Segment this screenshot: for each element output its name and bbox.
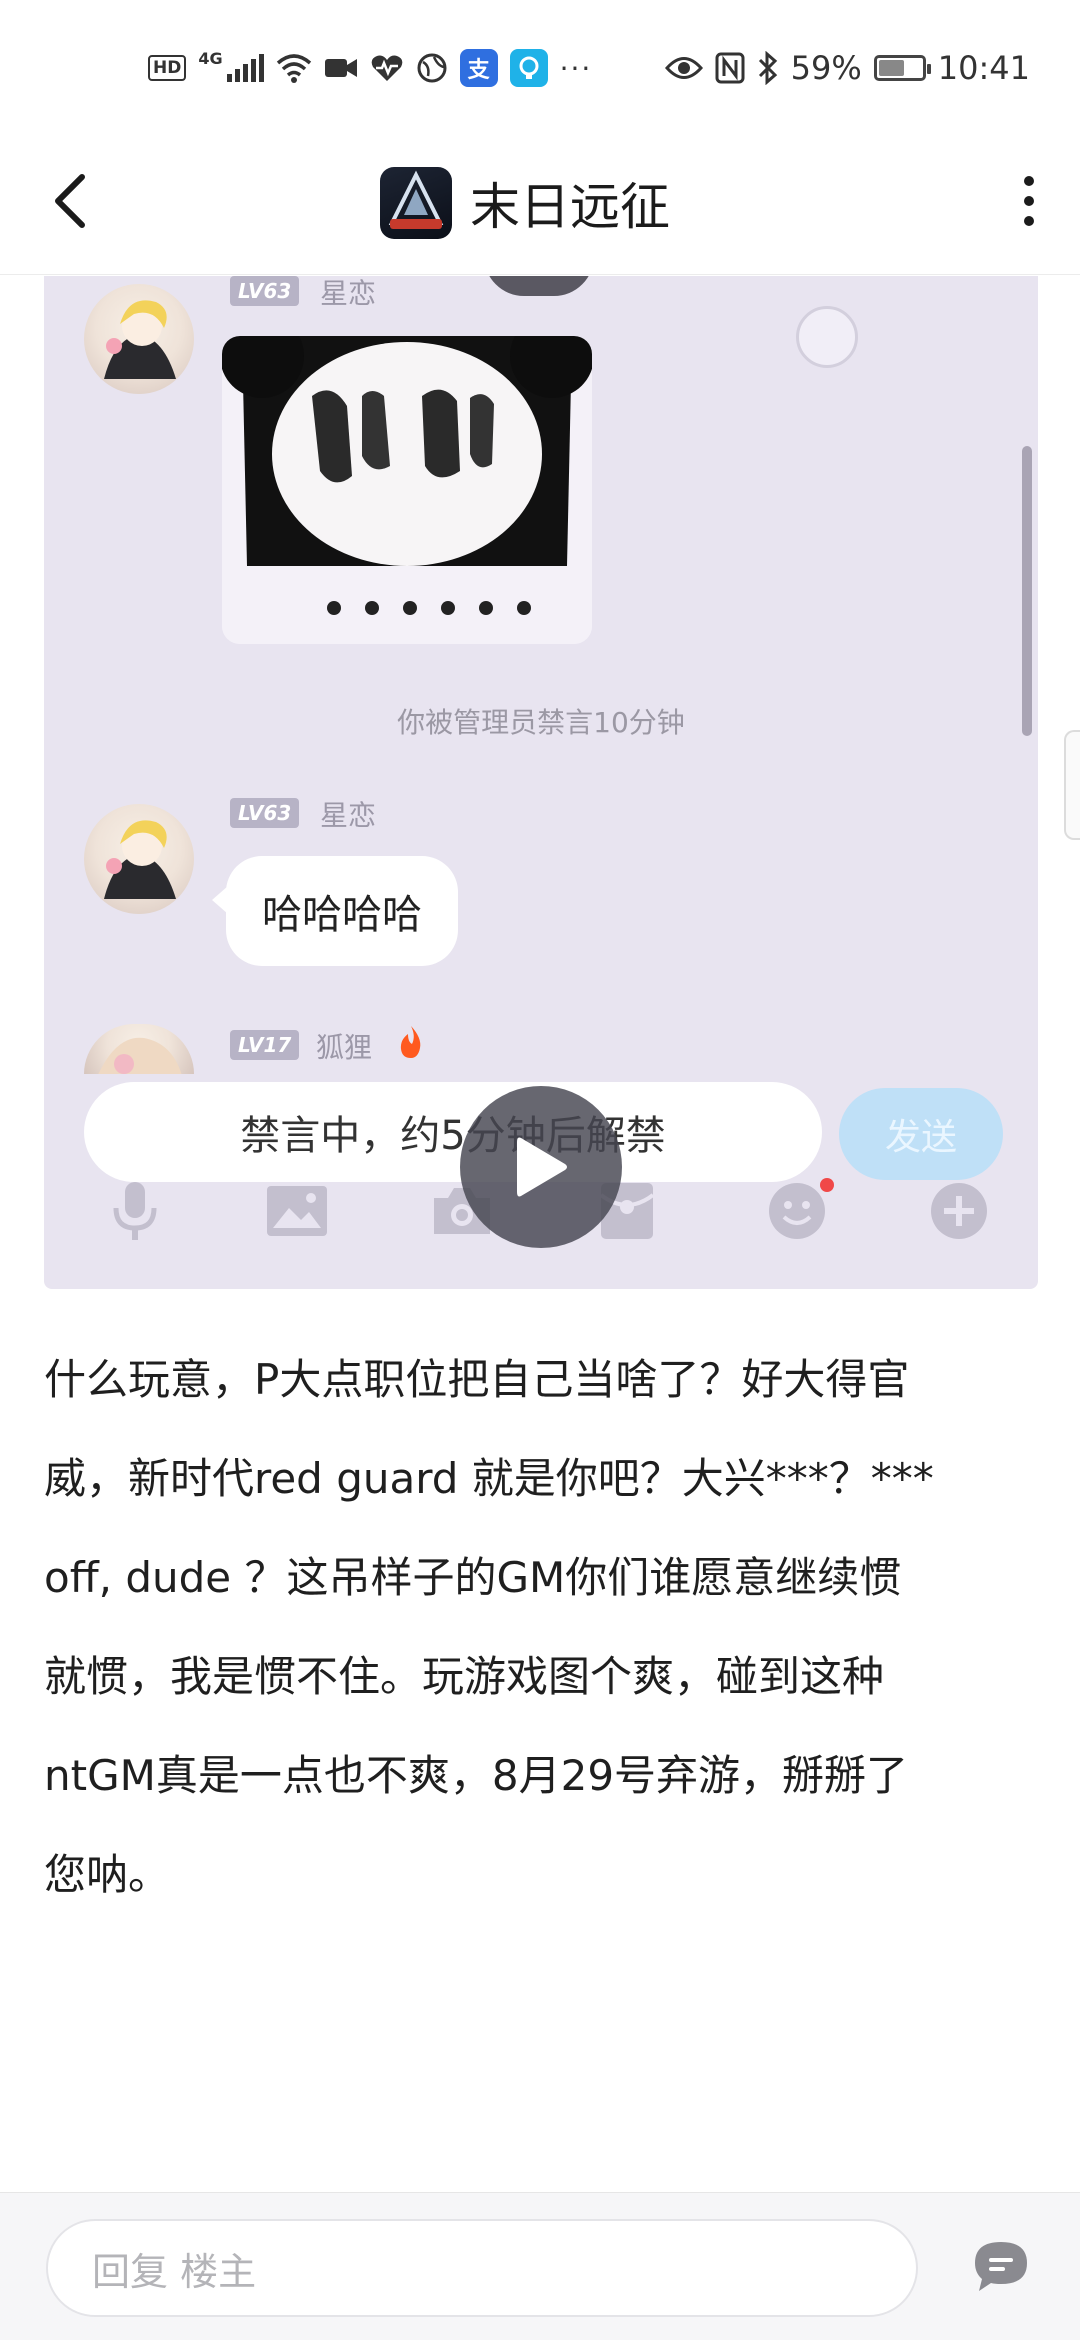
reply-input[interactable]: 回复 楼主 xyxy=(46,2219,918,2317)
mute-notice-bar: 禁言中，约5分钟后解禁 xyxy=(84,1082,822,1182)
status-right-icons: 59% 10:41 xyxy=(664,48,1030,88)
alipay-icon: 支 xyxy=(459,49,498,87)
nickname: 星恋 xyxy=(320,277,377,310)
avatar xyxy=(84,284,194,394)
fire-icon xyxy=(394,1024,428,1067)
avatar xyxy=(84,804,194,914)
system-message: 你被管理员禁言10分钟 xyxy=(397,706,685,739)
post-line: 什么玩意，P大点职位把自己当啥了？好大得官 xyxy=(44,1355,910,1404)
level-badge: LV63 xyxy=(230,276,300,306)
chevron-left-icon xyxy=(55,174,85,228)
microphone-icon xyxy=(100,1176,170,1246)
heart-rate-icon xyxy=(371,55,402,81)
nickname: 星恋 xyxy=(320,799,377,832)
select-circle[interactable] xyxy=(796,306,858,368)
status-bar: HD 4G 支 ··· 59% 10:41 xyxy=(0,0,1080,130)
emoji-icon xyxy=(762,1176,834,1246)
level-badge: LV17 xyxy=(230,1030,300,1060)
image-icon xyxy=(262,1176,332,1246)
nfc-icon xyxy=(715,52,745,84)
nickname: 狐狸 xyxy=(316,1031,373,1064)
signal-icon xyxy=(226,54,264,82)
post-line: 就惯，我是惯不住。玩游戏图个爽，碰到这种 xyxy=(44,1652,885,1701)
back-button[interactable] xyxy=(40,164,100,238)
battery-fill xyxy=(878,60,904,76)
plus-icon xyxy=(924,1176,994,1246)
app-notification-icon xyxy=(509,49,548,87)
partial-avatar xyxy=(484,276,594,296)
battery-percent: 59% xyxy=(790,49,862,87)
notification-dot xyxy=(820,1178,834,1192)
game-logo xyxy=(380,167,452,239)
bluetooth-icon xyxy=(758,51,777,85)
post-line: ntGM真是一点也不爽，8月29号弃游，掰掰了 xyxy=(44,1751,909,1800)
comment-icon[interactable] xyxy=(968,2233,1034,2299)
side-edge-handle[interactable] xyxy=(1064,730,1080,840)
post-line: off, dude ？这吊样子的GM你们谁愿意继续惯 xyxy=(44,1553,902,1602)
play-icon xyxy=(517,1137,567,1197)
network-type-label: 4G xyxy=(198,48,223,68)
chat-bubble: 哈哈哈哈 xyxy=(212,856,458,966)
more-vertical-icon xyxy=(1024,176,1034,186)
send-button: 发送 xyxy=(839,1088,1003,1180)
browser-icon xyxy=(417,53,447,83)
eye-comfort-icon xyxy=(664,57,703,79)
video-play-button[interactable] xyxy=(460,1086,622,1248)
level-badge: LV63 xyxy=(230,798,300,828)
video-icon xyxy=(324,59,357,77)
battery-icon xyxy=(873,55,931,81)
post-content: 什么玩意，P大点职位把自己当啥了？好大得官 威，新时代red guard 就是你… xyxy=(44,1330,1044,1924)
title-group: 末日远征 xyxy=(380,158,670,248)
post-line: 威，新时代red guard 就是你吧？大兴***？*** xyxy=(44,1454,934,1503)
hd-badge: HD xyxy=(148,55,187,81)
page-title: 末日远征 xyxy=(470,178,670,236)
top-nav-bar: 末日远征 xyxy=(0,130,1080,275)
wifi-icon xyxy=(276,54,311,83)
screenshot-scrollbar xyxy=(1022,446,1032,736)
panda-sticker xyxy=(222,336,592,644)
post-line: 您呐。 xyxy=(44,1850,171,1899)
avatar xyxy=(84,1024,194,1074)
more-options-button[interactable] xyxy=(1004,164,1054,238)
more-notifications: ··· xyxy=(559,51,593,85)
clock: 10:41 xyxy=(937,49,1030,87)
chat-screenshot-image[interactable]: LV63 星恋 你被管理员禁言10分钟 LV63 星恋 哈哈哈哈 LV17 狐狸… xyxy=(44,276,1038,1289)
reply-bar: 回复 楼主 xyxy=(0,2192,1080,2340)
status-left-icons: HD 4G 支 ··· xyxy=(148,48,592,88)
